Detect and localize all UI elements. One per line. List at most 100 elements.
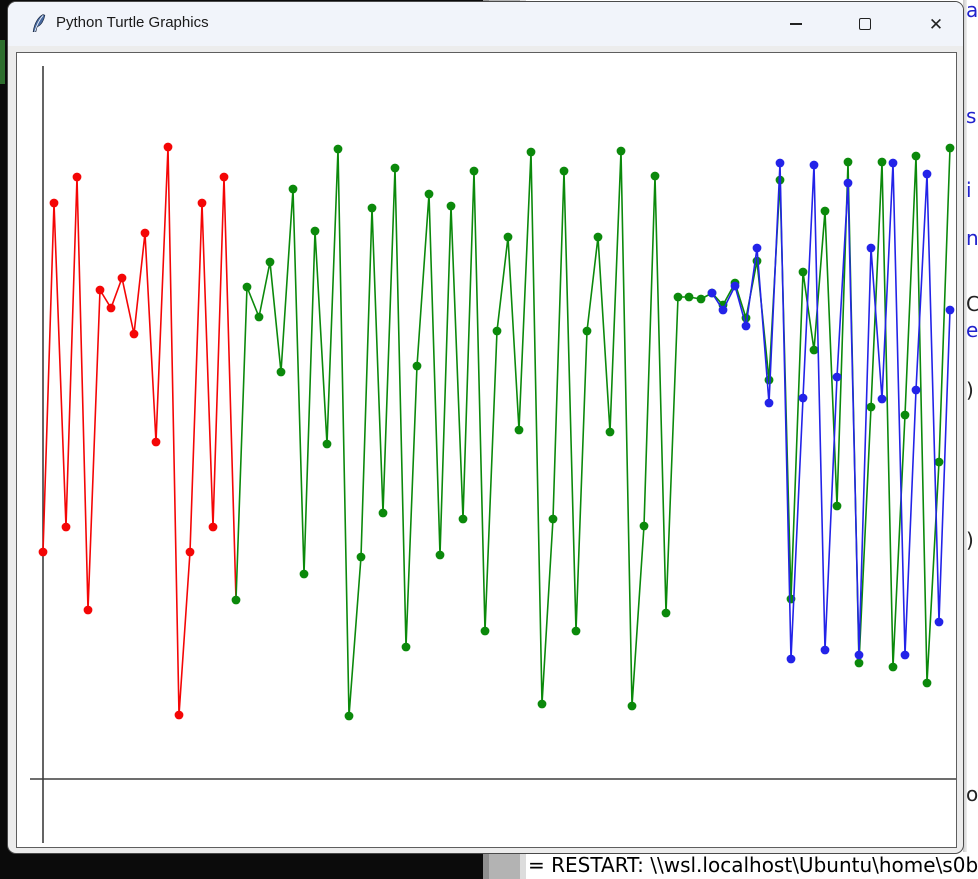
series-green-point [334, 145, 343, 154]
series-green-point [594, 233, 603, 242]
series-green-point [640, 522, 649, 531]
series-red-point [39, 548, 48, 557]
series-green-point [674, 293, 683, 302]
code-fragment: s [966, 104, 978, 128]
series-green-point [538, 700, 547, 709]
code-fragment: a [966, 0, 978, 22]
series-green-point [357, 553, 366, 562]
series-green-point [572, 627, 581, 636]
series-green-point [662, 609, 671, 618]
series-green-point [255, 313, 264, 322]
series-green-point [867, 403, 876, 412]
series-green-point [685, 293, 694, 302]
series-green-point [821, 207, 830, 216]
close-button[interactable]: ✕ [914, 2, 958, 46]
series-red-point [107, 304, 116, 313]
series-blue-point [776, 159, 785, 168]
series-blue-point [923, 170, 932, 179]
series-green-point [946, 144, 955, 153]
line-plot [17, 53, 956, 847]
series-red-point [175, 711, 184, 720]
series-green-point [901, 411, 910, 420]
series-green-point [323, 440, 332, 449]
series-blue-point [867, 244, 876, 253]
series-green-point [277, 368, 286, 377]
series-red-point [118, 274, 127, 283]
series-green-point [436, 551, 445, 560]
series-green-point [878, 158, 887, 167]
series-green-point [617, 147, 626, 156]
series-red-point [152, 438, 161, 447]
series-green-point [855, 659, 864, 668]
series-blue-point [708, 289, 717, 298]
series-green-point [379, 509, 388, 518]
series-blue-point [799, 394, 808, 403]
series-green-point [311, 227, 320, 236]
series-green-point [606, 428, 615, 437]
series-green-point [935, 458, 944, 467]
series-green-point [889, 663, 898, 672]
series-red-point [198, 199, 207, 208]
series-blue-point [742, 322, 751, 331]
series-green-point [833, 502, 842, 511]
series-blue-point [753, 244, 762, 253]
series-blue-point [878, 395, 887, 404]
series-green-point [447, 202, 456, 211]
series-blue-point [901, 651, 910, 660]
series-green-point [345, 712, 354, 721]
series-blue-point [855, 651, 864, 660]
series-red-point [141, 229, 150, 238]
titlebar[interactable]: Python Turtle Graphics ✕ [8, 2, 963, 46]
series-blue-point [935, 618, 944, 627]
series-green-point [549, 515, 558, 524]
python-feather-icon [30, 14, 48, 34]
series-green-point [402, 643, 411, 652]
code-fragment: ) [966, 528, 978, 552]
series-green-point [289, 185, 298, 194]
code-fragment: i [966, 178, 978, 202]
series-green-point [527, 148, 536, 157]
series-red-point [73, 173, 82, 182]
series-green-point [912, 152, 921, 161]
series-red-point [209, 523, 218, 532]
series-green-point [232, 596, 241, 605]
series-green-point [560, 167, 569, 176]
code-fragment: e [966, 318, 978, 342]
series-red-point [96, 286, 105, 295]
series-red-point [84, 606, 93, 615]
series-green-point [765, 376, 774, 385]
series-green-point [266, 258, 275, 267]
minimize-icon [790, 23, 802, 25]
series-red-point [130, 330, 139, 339]
series-green-point [243, 283, 252, 292]
series-green-point [300, 570, 309, 579]
series-green-point [799, 268, 808, 277]
series-blue-point [719, 306, 728, 315]
series-blue-point [833, 373, 842, 382]
code-fragment: o [966, 782, 978, 806]
series-green-point [493, 327, 502, 336]
code-fragment: n [966, 226, 978, 250]
close-icon: ✕ [929, 16, 943, 33]
desktop: = RESTART: \\wsl.localhost\Ubuntu\home\s… [0, 0, 978, 879]
series-green-point [844, 158, 853, 167]
maximize-button[interactable] [843, 2, 887, 46]
maximize-icon [859, 18, 871, 30]
series-green-point [810, 346, 819, 355]
series-green-point [515, 426, 524, 435]
series-red-point [164, 143, 173, 152]
minimize-button[interactable] [774, 2, 818, 46]
shell-restart-line: = RESTART: \\wsl.localhost\Ubuntu\home\s… [528, 853, 978, 877]
series-green-point [470, 167, 479, 176]
series-green-point [923, 679, 932, 688]
series-red-point [62, 523, 71, 532]
desktop-fragment [0, 40, 5, 84]
series-green-point [583, 327, 592, 336]
series-blue-point [946, 306, 955, 315]
series-red-line [43, 147, 236, 715]
series-blue-point [912, 386, 921, 395]
series-green-point [368, 204, 377, 213]
series-green-point [504, 233, 513, 242]
series-green-point [651, 172, 660, 181]
series-blue-point [731, 282, 740, 291]
